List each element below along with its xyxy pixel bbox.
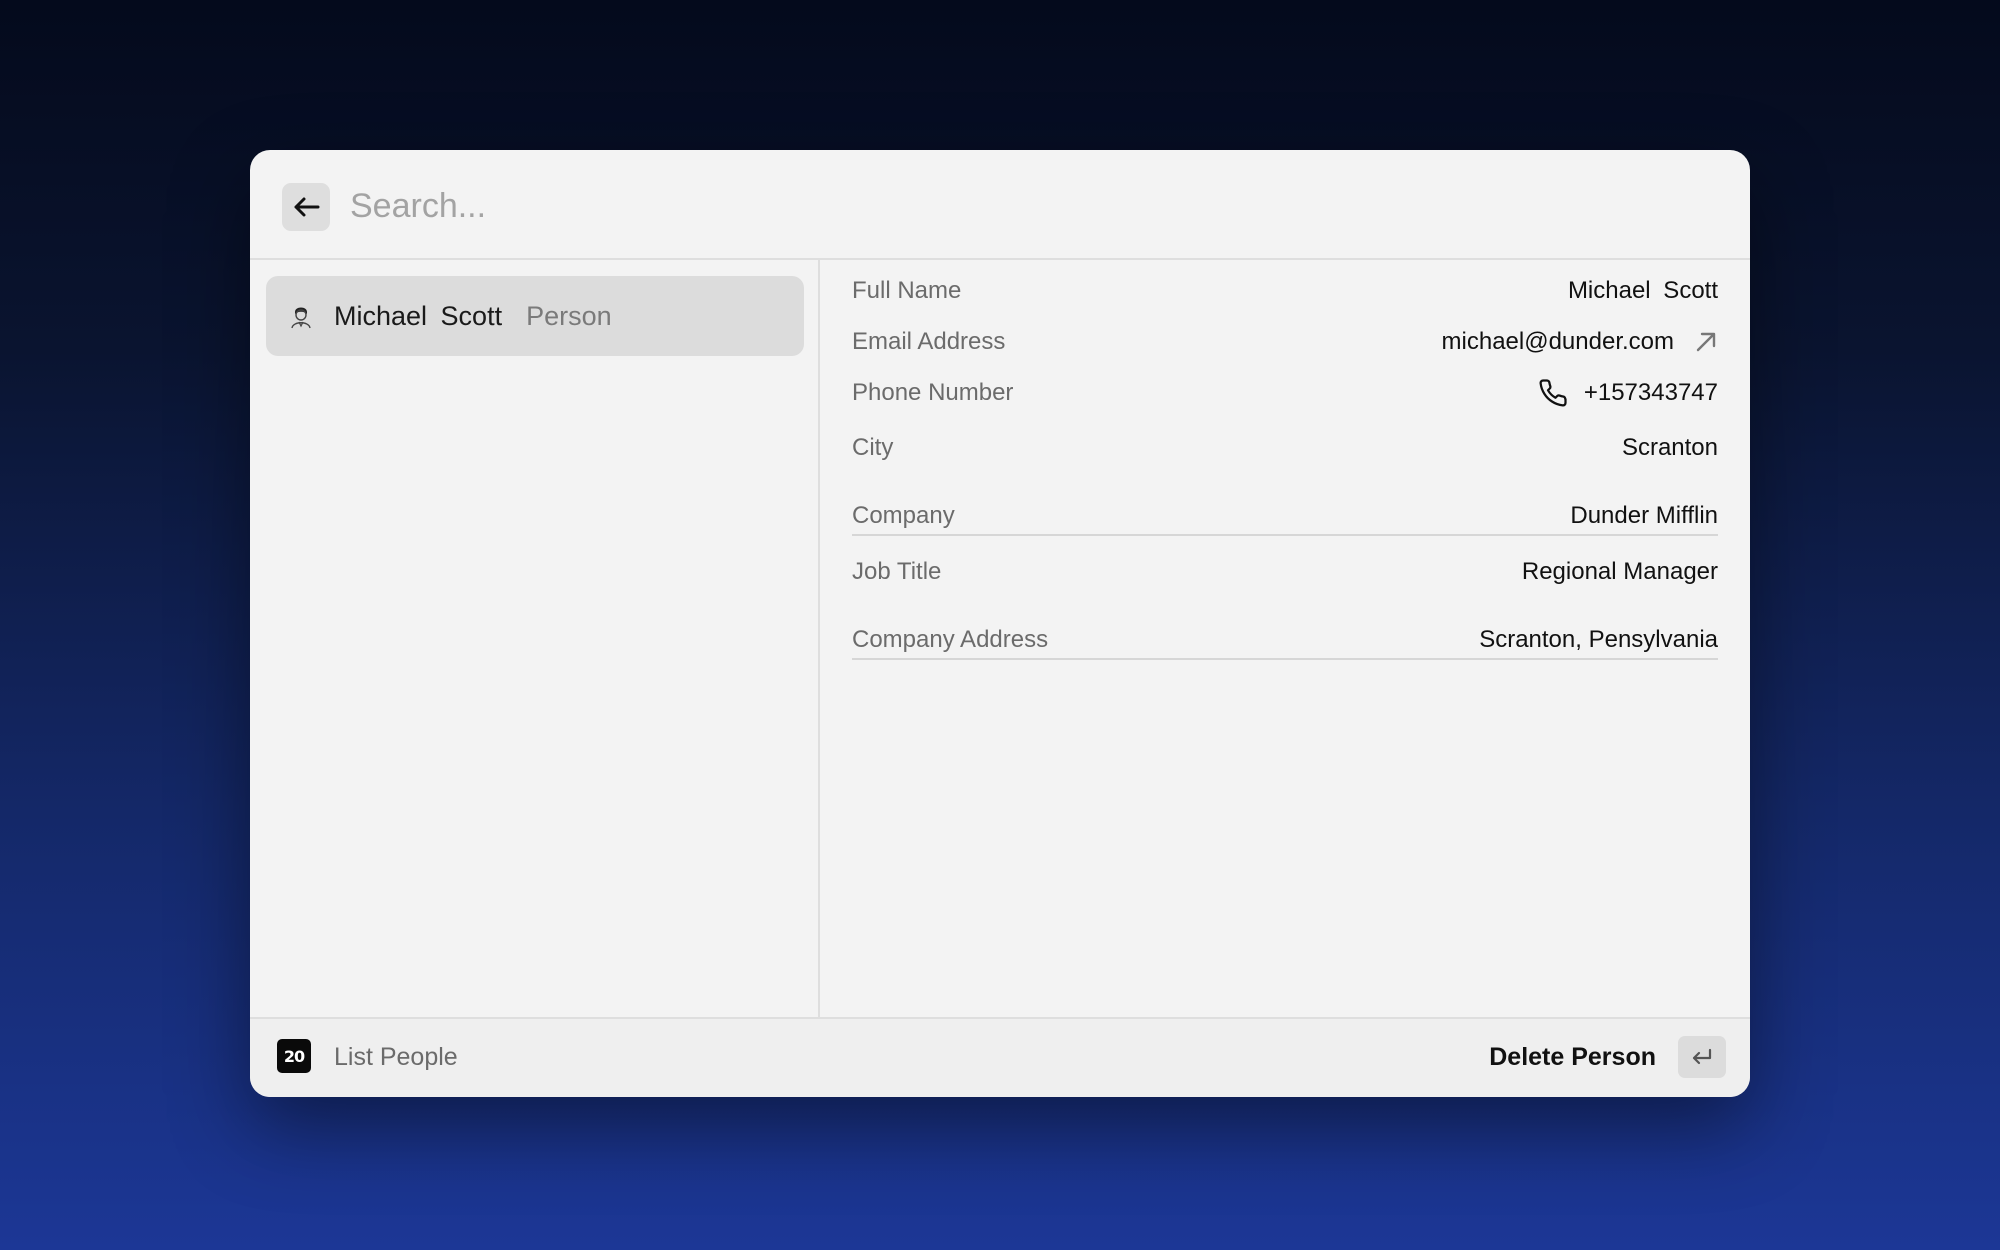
field-label: Full Name bbox=[852, 277, 962, 304]
list-item-subtitle: Person bbox=[526, 300, 612, 331]
field-label: Company bbox=[852, 502, 955, 529]
search-input[interactable] bbox=[344, 172, 1700, 240]
field-value: Dunder Mifflin bbox=[1570, 502, 1718, 529]
results-list: Michael Scott Person bbox=[250, 260, 820, 1017]
list-item[interactable]: Michael Scott Person bbox=[266, 276, 804, 356]
app-logo: 20 bbox=[277, 1039, 311, 1073]
field-value: Michael Scott bbox=[1567, 277, 1718, 304]
field-value[interactable]: +157343747 bbox=[1584, 379, 1718, 407]
command-palette-window: Michael Scott Person Full Name Michael S… bbox=[250, 150, 1750, 1097]
detail-row-city: City Scranton bbox=[852, 428, 1718, 468]
person-avatar-icon bbox=[288, 303, 314, 329]
detail-row-company: Company Dunder Mifflin bbox=[852, 496, 1718, 536]
arrow-left-icon bbox=[292, 196, 320, 218]
field-label: Company Address bbox=[852, 626, 1049, 653]
email-value[interactable]: michael@dunder.com bbox=[1442, 328, 1718, 356]
phone-icon[interactable] bbox=[1538, 378, 1568, 408]
field-label: City bbox=[852, 434, 894, 461]
detail-row-email: Email Address michael@dunder.com bbox=[852, 322, 1718, 362]
field-label: Email Address bbox=[852, 328, 1006, 355]
field-value: Scranton bbox=[1621, 434, 1718, 461]
detail-panel: Full Name Michael Scott Email Address mi… bbox=[820, 260, 1750, 1017]
footer-title: List People bbox=[334, 1043, 458, 1071]
field-value: Scranton, Pensylvania bbox=[1479, 626, 1718, 653]
delete-person-button[interactable]: Delete Person bbox=[1489, 1043, 1656, 1072]
detail-row-company-address: Company Address Scranton, Pensylvania bbox=[852, 620, 1718, 660]
field-value[interactable]: michael@dunder.com bbox=[1442, 328, 1674, 356]
arrow-up-right-icon[interactable] bbox=[1694, 330, 1718, 354]
detail-row-job-title: Job Title Regional Manager bbox=[852, 552, 1718, 592]
phone-value[interactable]: +157343747 bbox=[1538, 378, 1718, 408]
footer-bar: 20 List People Delete Person bbox=[250, 1017, 1750, 1097]
list-item-title: Michael Scott bbox=[334, 300, 503, 331]
field-value: Regional Manager bbox=[1521, 558, 1718, 585]
detail-row-full-name: Full Name Michael Scott bbox=[852, 271, 1718, 311]
detail-row-phone: Phone Number +157343747 bbox=[852, 373, 1718, 413]
search-header bbox=[250, 150, 1750, 260]
back-button[interactable] bbox=[282, 183, 330, 231]
field-label: Job Title bbox=[852, 558, 942, 585]
field-label: Phone Number bbox=[852, 379, 1014, 406]
enter-key-icon[interactable] bbox=[1678, 1036, 1726, 1078]
